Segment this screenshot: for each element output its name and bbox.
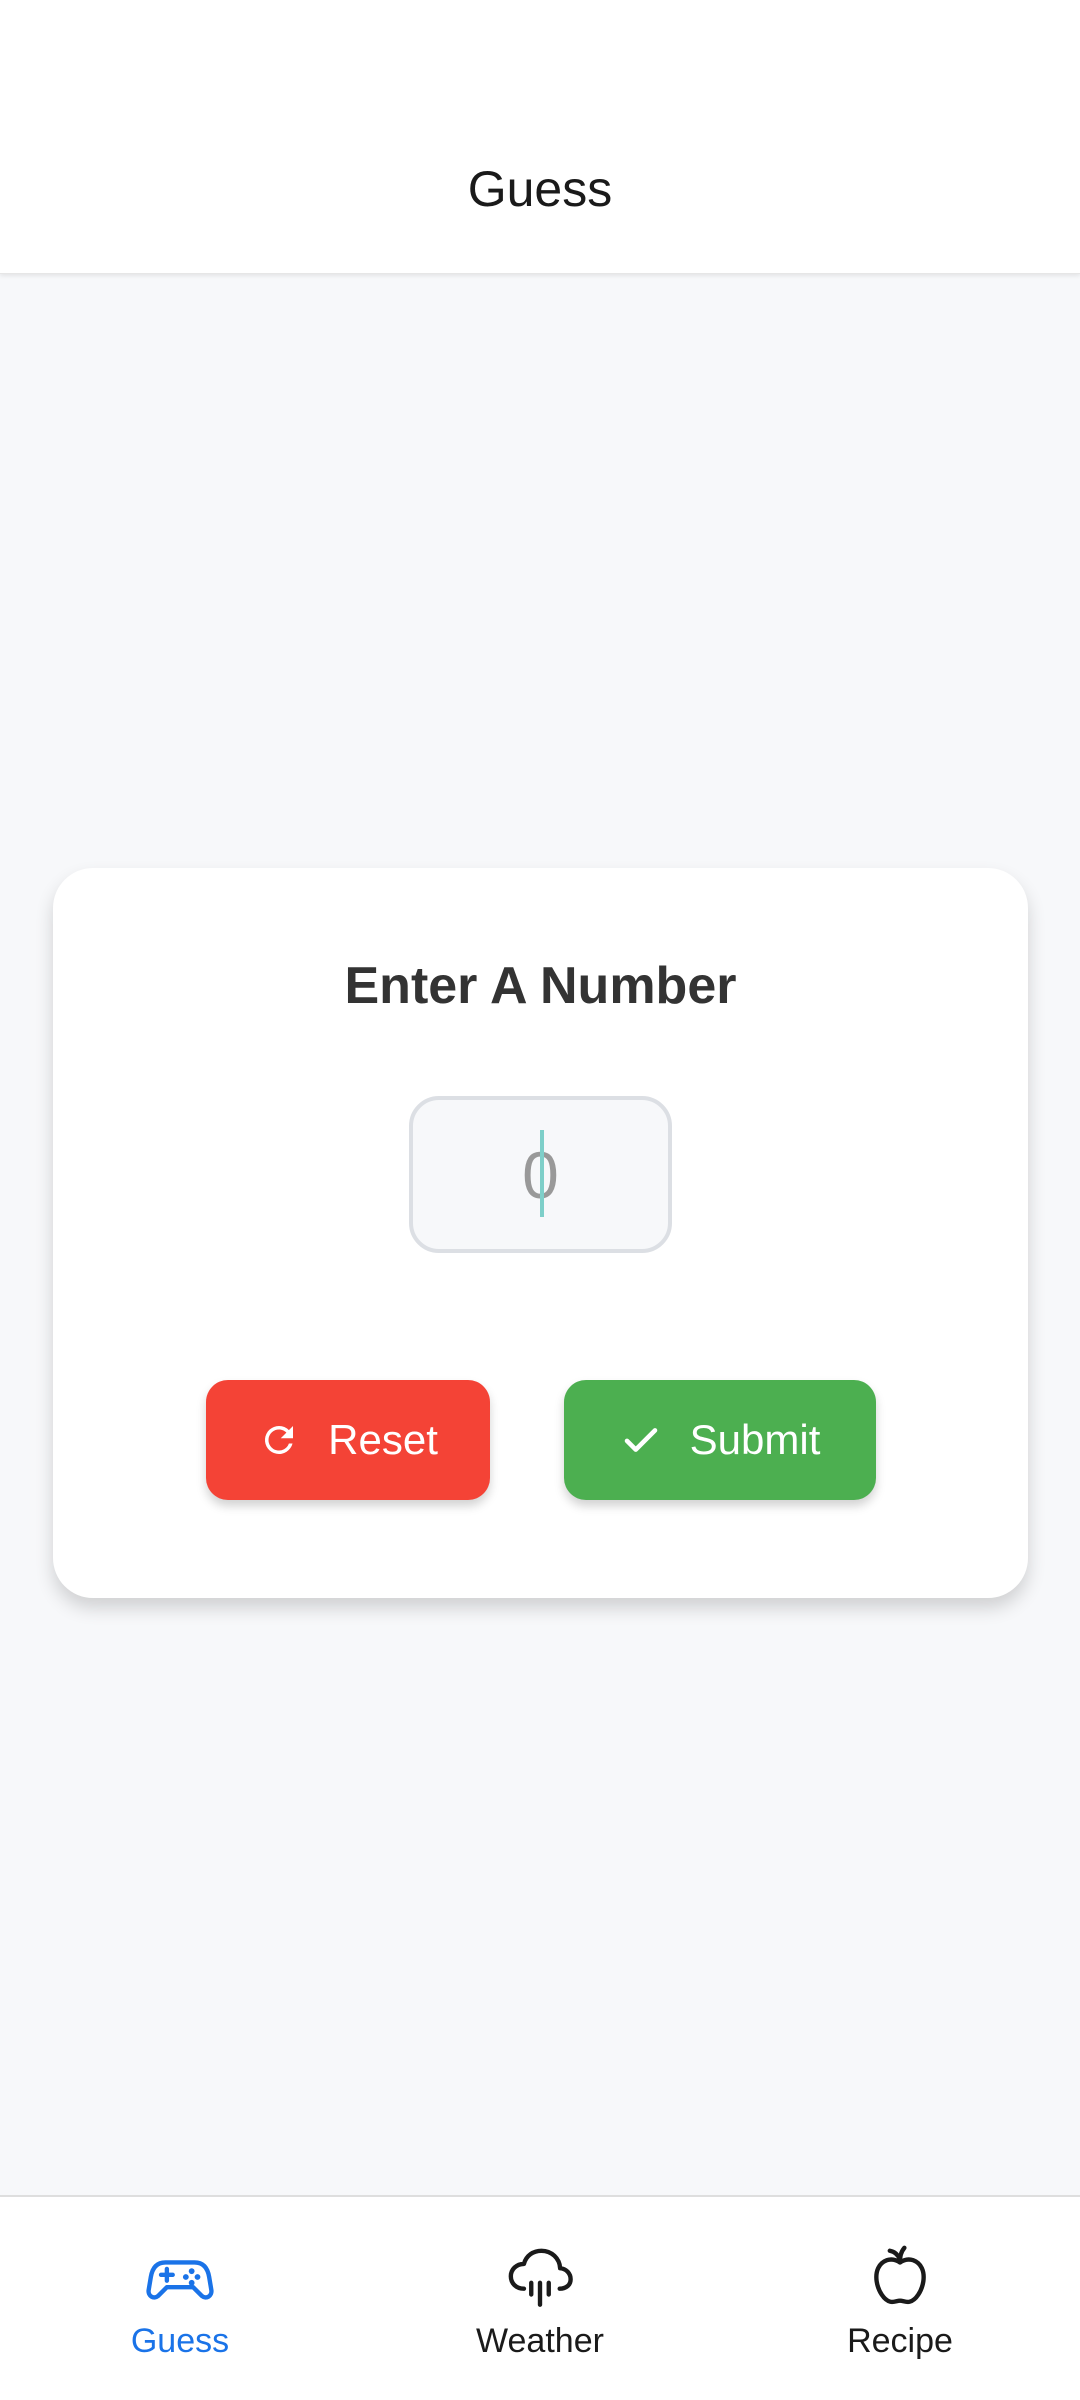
page-title: Guess [467, 161, 613, 217]
card-title: Enter A Number [344, 957, 737, 1015]
text-cursor [540, 1130, 544, 1217]
tab-recipe[interactable]: Recipe [720, 2197, 1080, 2400]
apple-icon [874, 2245, 926, 2305]
reset-label: Reset [328, 1416, 438, 1463]
number-input-wrapper [409, 1096, 672, 1253]
guess-card: Enter A Number Reset Submit [53, 868, 1028, 1598]
app-header: Guess [0, 0, 1080, 274]
tab-guess-label: Guess [130, 2322, 230, 2360]
tab-recipe-label: Recipe [847, 2322, 953, 2360]
gamepad-icon [146, 2260, 214, 2300]
refresh-icon [265, 1426, 294, 1454]
tab-weather-label: Weather [476, 2322, 604, 2360]
check-icon [624, 1428, 657, 1452]
submit-button[interactable]: Submit [564, 1380, 876, 1500]
rain-cloud-icon [508, 2248, 573, 2307]
tab-weather[interactable]: Weather [360, 2197, 720, 2400]
reset-button[interactable]: Reset [206, 1380, 490, 1500]
app-root: Guess Enter A Number Reset Submit [0, 0, 1080, 2400]
bottom-navigation: Guess Weather Recipe [0, 2195, 1080, 2400]
submit-label: Submit [689, 1416, 821, 1463]
tab-guess[interactable]: Guess [0, 2197, 360, 2400]
